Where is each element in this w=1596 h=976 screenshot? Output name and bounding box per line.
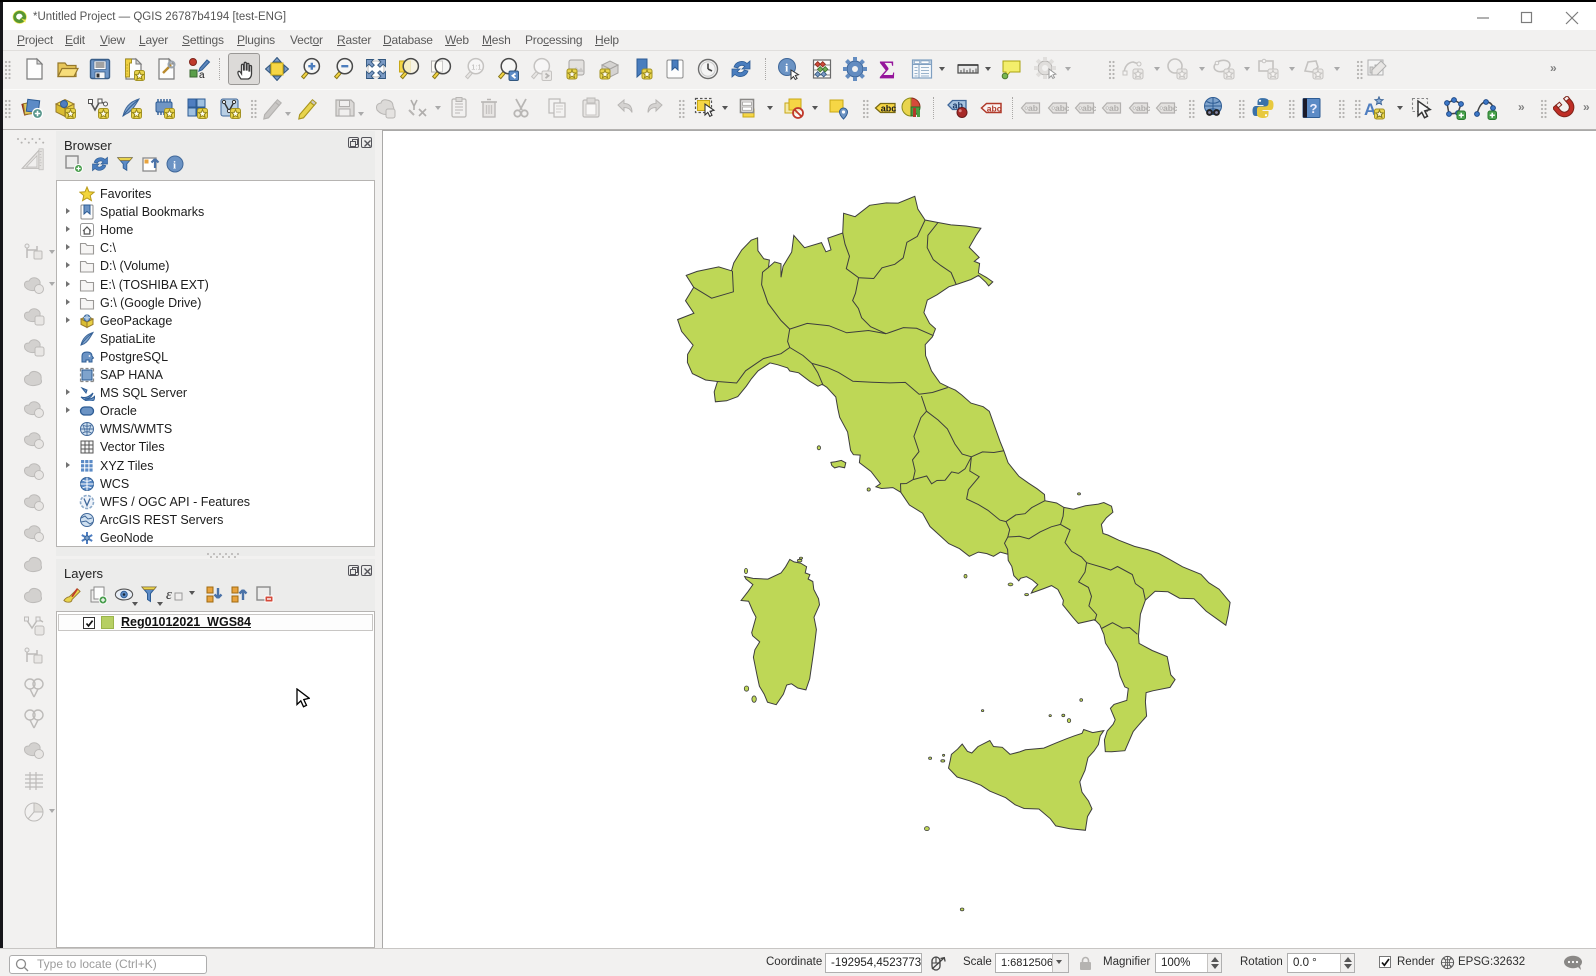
svg-text:?: ? xyxy=(1310,101,1318,116)
svg-text:Σ: Σ xyxy=(879,57,895,81)
svg-text:abc: abc xyxy=(1082,103,1096,113)
svg-text:i: i xyxy=(173,160,176,172)
svg-text:1:1: 1:1 xyxy=(471,62,481,71)
svg-text:ab: ab xyxy=(1109,103,1119,113)
svg-text:abc: abc xyxy=(987,103,1002,113)
svg-text:abc: abc xyxy=(1136,103,1150,113)
svg-text:ε: ε xyxy=(166,587,172,603)
svg-text:abc: abc xyxy=(1163,103,1177,113)
svg-text:abc: abc xyxy=(1055,103,1069,113)
svg-text:ab: ab xyxy=(1028,103,1038,113)
svg-text:a: a xyxy=(199,70,205,81)
svg-text:abc: abc xyxy=(881,103,897,113)
